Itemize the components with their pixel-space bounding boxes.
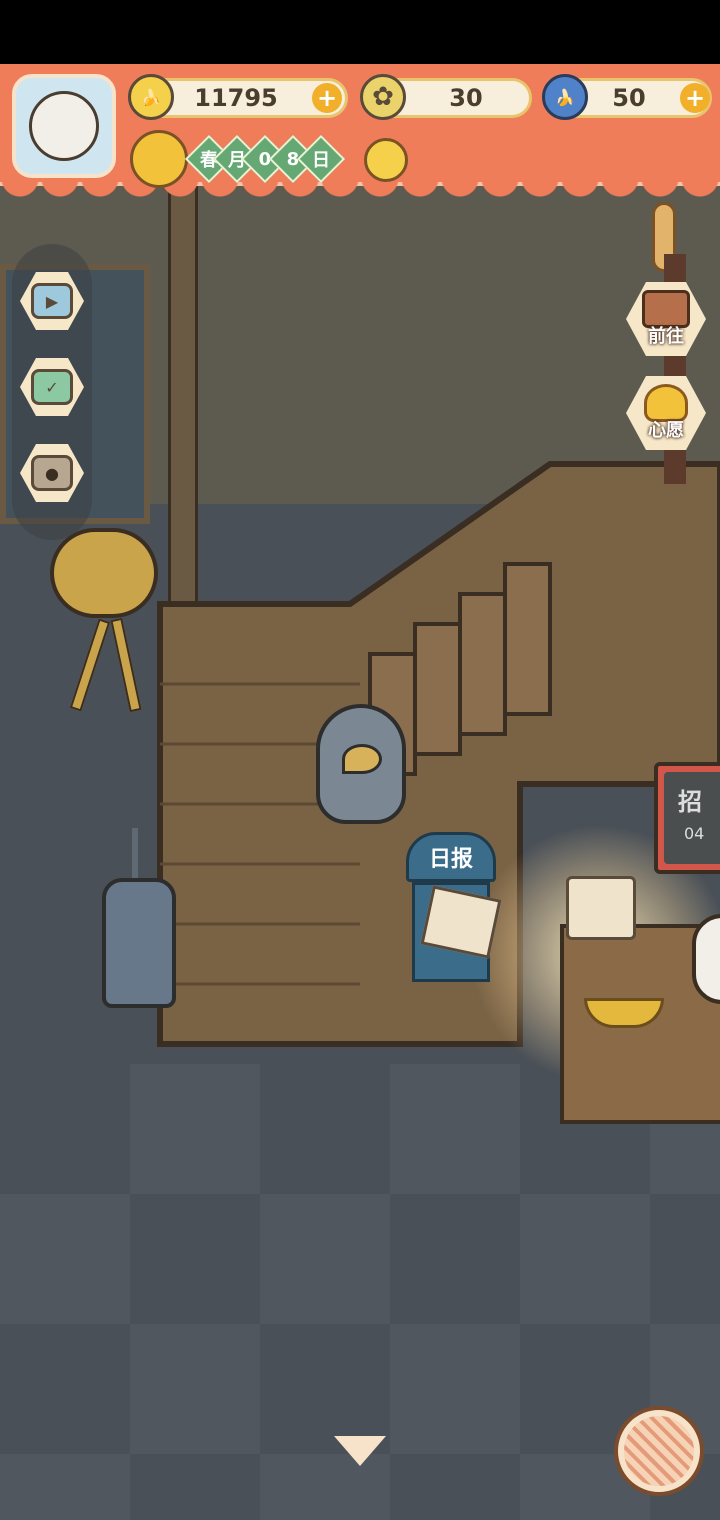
dog-character[interactable]: [50, 528, 160, 713]
banana-icon: 🍌: [128, 74, 174, 120]
camera-icon: ●: [31, 455, 73, 491]
recruit-board[interactable]: 招 04: [654, 762, 720, 874]
newspaper-sign: 日报: [406, 832, 496, 882]
shop-icon: ✓: [31, 369, 73, 405]
blue-banana-add-button[interactable]: +: [680, 83, 710, 113]
banana-value: 11795: [194, 84, 278, 112]
white-character[interactable]: [692, 914, 720, 1004]
newspaper-stand[interactable]: 日报: [406, 832, 502, 982]
clover-value: 30: [449, 84, 483, 112]
wish-label: 心愿: [648, 420, 684, 441]
banana-add-button[interactable]: +: [312, 83, 342, 113]
bird-character[interactable]: [306, 684, 416, 834]
yarn-ball-icon: [624, 1416, 694, 1486]
blue-banana-value: 50: [612, 84, 646, 112]
wood-pillar: [168, 184, 198, 604]
board-title: 招: [678, 788, 702, 816]
collapse-arrow-icon[interactable]: [334, 1436, 386, 1466]
game-scene[interactable]: 招 04 日报 ▶ ✓ ● 前往 心愿: [0, 64, 720, 1520]
player-avatar[interactable]: [12, 74, 116, 178]
robot-character[interactable]: [94, 828, 184, 1018]
blue-banana-icon: 🍌: [542, 74, 588, 120]
goto-label: 前往: [648, 326, 684, 347]
yarn-ball-button[interactable]: [614, 1406, 704, 1496]
tv-icon: ▶: [31, 283, 73, 319]
cat-avatar-icon: [29, 91, 99, 161]
clover-icon: ✿: [360, 74, 406, 120]
board-sub: 04: [684, 824, 705, 843]
computer[interactable]: [566, 876, 636, 940]
clock-icon[interactable]: [130, 130, 188, 188]
moon-icon[interactable]: [364, 138, 408, 182]
calendar-date: 春 月 0 8 日: [184, 132, 346, 186]
